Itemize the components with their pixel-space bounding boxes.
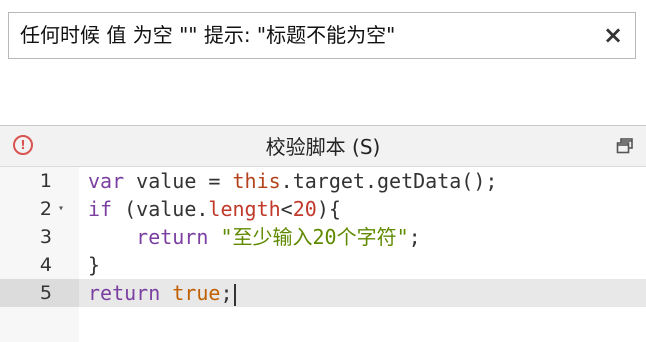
code-token: return [88, 281, 161, 305]
code-text: if (value.length<20){ [88, 195, 341, 223]
panel-title: 校验脚本 (S) [265, 135, 381, 159]
code-token: 20 [292, 197, 317, 221]
code-token: ; [408, 225, 421, 249]
code-token: "至少输入20个字符" [220, 225, 409, 249]
code-token: length [208, 197, 281, 221]
hint-box: 任何时候 值 为空 "" 提示: "标题不能为空" × [8, 12, 636, 59]
code-token: ; [220, 281, 233, 305]
code-line[interactable]: 4} [0, 251, 646, 279]
code-token: if [88, 197, 113, 221]
code-token: .target.getData(); [280, 169, 498, 193]
validation-script-panel: ! 校验脚本 (S) 1 var value = this.target.getD… [0, 125, 646, 342]
line-number: 4 [39, 254, 52, 276]
restore-window-icon[interactable] [616, 138, 634, 154]
hint-text: 任何时候 值 为空 "" 提示: "标题不能为空" [20, 23, 396, 47]
code-line[interactable]: 1 var value = this.target.getData(); [0, 167, 646, 195]
code-line[interactable]: 3 return "至少输入20个字符"; [0, 223, 646, 251]
code-text: return true; [88, 279, 236, 307]
fold-arrow-icon[interactable]: ▾ [58, 195, 64, 223]
line-number: 1 [39, 170, 52, 192]
code-token: return [136, 225, 209, 249]
line-number: 3 [39, 226, 52, 248]
code-token: < [280, 197, 293, 221]
code-token: } [88, 253, 101, 277]
code-token: (value. [112, 197, 209, 221]
panel-header: ! 校验脚本 (S) [0, 126, 646, 167]
code-token: value = [124, 169, 233, 193]
close-icon[interactable]: × [601, 23, 625, 47]
line-number: 5 [39, 282, 52, 304]
code-token: this [232, 169, 281, 193]
code-editor[interactable]: 1 var value = this.target.getData(); 2 ▾ if … [0, 167, 646, 342]
line-number: 2 [39, 198, 52, 220]
code-line[interactable]: 5 return true; [0, 279, 646, 307]
code-token: ){ [316, 197, 341, 221]
text-cursor [233, 283, 236, 306]
code-text: return "至少输入20个字符"; [88, 223, 421, 251]
code-line[interactable]: 2 ▾ if (value.length<20){ [0, 195, 646, 223]
code-text: } [88, 251, 100, 279]
code-token: var [88, 169, 125, 193]
code-text: var value = this.target.getData(); [88, 167, 497, 195]
code-token: true [172, 281, 221, 305]
